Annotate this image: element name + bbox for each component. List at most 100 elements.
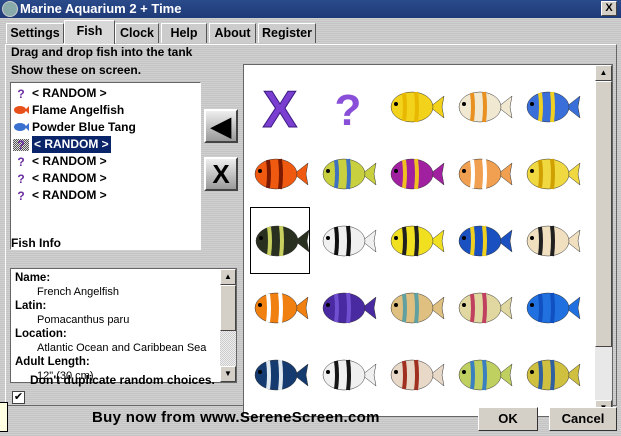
- palette-scroll-thumb[interactable]: [595, 81, 612, 347]
- fish-icon: [390, 225, 445, 256]
- buy-now-link[interactable]: Buy now from www.SereneScreen.com: [92, 409, 380, 426]
- scroll-thumb[interactable]: [220, 285, 236, 331]
- list-item[interactable]: Powder Blue Tang: [11, 119, 200, 136]
- random-fish-tile[interactable]: ?: [316, 73, 380, 140]
- fish-tile[interactable]: [520, 207, 584, 274]
- fish-tile[interactable]: [316, 341, 380, 408]
- instruction-show: Show these on screen.: [11, 63, 142, 77]
- list-item-label: Powder Blue Tang: [32, 120, 136, 134]
- fish-icon: [390, 292, 445, 323]
- fish-icon: [322, 359, 377, 390]
- question-icon: ?: [17, 188, 25, 203]
- remove-fish-button[interactable]: X: [204, 157, 238, 191]
- fish-tile[interactable]: [248, 274, 312, 341]
- instruction-drag: Drag and drop fish into the tank: [11, 45, 193, 59]
- fish-icon: [458, 158, 513, 189]
- no-duplicates-label: Don't duplicate random choices.: [30, 373, 215, 387]
- fish-icon: [254, 158, 309, 189]
- fish-info-scrollbar[interactable]: ▲ ▼: [220, 269, 236, 382]
- fish-tile[interactable]: [384, 341, 448, 408]
- question-icon: ?: [335, 86, 362, 135]
- tooltip: [0, 402, 8, 432]
- fish-tile[interactable]: [520, 341, 584, 408]
- x-icon: X: [262, 80, 298, 135]
- info-key: Adult Length:: [15, 356, 90, 368]
- ok-button[interactable]: OK: [478, 407, 538, 431]
- fish-icon: [526, 91, 581, 122]
- fish-tile[interactable]: [248, 341, 312, 408]
- question-icon: ?: [17, 86, 25, 101]
- palette-scroll-up[interactable]: ▲: [595, 65, 612, 81]
- list-item-label: < RANDOM >: [32, 188, 107, 202]
- fish-palette: X? ▲ ▼: [243, 64, 613, 417]
- add-fish-button[interactable]: ◀: [204, 109, 238, 143]
- fish-tile[interactable]: [452, 207, 516, 274]
- fish-tile[interactable]: [250, 207, 310, 274]
- fish-icon: [526, 225, 581, 256]
- window-title: Marine Aquarium 2 + Time: [20, 1, 182, 16]
- scroll-down-button[interactable]: ▼: [220, 366, 236, 382]
- selected-fish-list[interactable]: ? < RANDOM > Flame Angelfish Powder Blue Ta…: [10, 82, 201, 250]
- tab-settings[interactable]: Settings: [6, 23, 64, 43]
- fish-icon: [390, 91, 445, 122]
- fish-icon: [322, 292, 377, 323]
- app-icon: [2, 1, 18, 17]
- info-value: Atlantic Ocean and Caribbean Sea: [37, 342, 207, 354]
- tab-clock[interactable]: Clock: [115, 23, 159, 43]
- fish-tile[interactable]: [520, 140, 584, 207]
- svg-text:X: X: [263, 81, 298, 135]
- list-item[interactable]: ? < RANDOM >: [11, 136, 200, 153]
- fish-tile[interactable]: [384, 207, 448, 274]
- cancel-button[interactable]: Cancel: [549, 407, 617, 431]
- question-icon: ?: [17, 171, 25, 186]
- list-item-label: < RANDOM >: [32, 154, 107, 168]
- fish-icon: [322, 225, 377, 256]
- info-key: Name:: [15, 272, 51, 284]
- list-item[interactable]: ? < RANDOM >: [11, 153, 200, 170]
- fish-tile[interactable]: [316, 140, 380, 207]
- no-duplicates-checkbox[interactable]: ✔: [12, 391, 25, 404]
- tab-help[interactable]: Help: [161, 23, 207, 43]
- fish-icon: [390, 359, 445, 390]
- fish-icon: [526, 292, 581, 323]
- list-item[interactable]: ? < RANDOM >: [11, 170, 200, 187]
- fish-tile[interactable]: [316, 274, 380, 341]
- list-item-label: < RANDOM >: [32, 136, 111, 153]
- fish-tile[interactable]: [452, 140, 516, 207]
- fish-icon: [458, 225, 513, 256]
- fish-tile[interactable]: [452, 341, 516, 408]
- fish-icon: [526, 158, 581, 189]
- fish-icon: [254, 292, 309, 323]
- fish-tile[interactable]: [316, 207, 380, 274]
- tab-fish[interactable]: Fish: [64, 20, 115, 44]
- fish-icon: [322, 158, 377, 189]
- fish-tile[interactable]: [520, 274, 584, 341]
- fish-tile[interactable]: [452, 73, 516, 140]
- fish-icon: [255, 225, 309, 256]
- close-button[interactable]: X: [601, 1, 617, 16]
- remove-slot-tile[interactable]: X: [248, 73, 312, 140]
- list-item-label: Flame Angelfish: [32, 103, 125, 117]
- list-item[interactable]: ? < RANDOM >: [11, 187, 200, 204]
- question-icon: ?: [17, 154, 25, 169]
- palette-scrollbar[interactable]: ▲ ▼: [595, 65, 612, 416]
- scroll-up-button[interactable]: ▲: [220, 269, 236, 285]
- list-item[interactable]: Flame Angelfish: [11, 102, 200, 119]
- fish-tile[interactable]: [384, 140, 448, 207]
- list-item[interactable]: ? < RANDOM >: [11, 85, 200, 102]
- fish-tile[interactable]: [384, 274, 448, 341]
- fish-tile[interactable]: [520, 73, 584, 140]
- list-item-label: < RANDOM >: [32, 86, 107, 100]
- fish-icon: [254, 359, 309, 390]
- info-key: Latin:: [15, 300, 47, 312]
- question-icon: ?: [13, 138, 29, 151]
- fish-info-box: Name: French Angelfish Latin: Pomacanthus p…: [10, 268, 237, 383]
- fish-icon: [458, 91, 513, 122]
- fish-icon: [458, 292, 513, 323]
- tab-register[interactable]: Register: [258, 23, 316, 43]
- fish-tile[interactable]: [384, 73, 448, 140]
- tab-about[interactable]: About: [209, 23, 256, 43]
- fish-tile[interactable]: [452, 274, 516, 341]
- title-bar: Marine Aquarium 2 + Time X: [0, 0, 621, 18]
- fish-tile[interactable]: [248, 140, 312, 207]
